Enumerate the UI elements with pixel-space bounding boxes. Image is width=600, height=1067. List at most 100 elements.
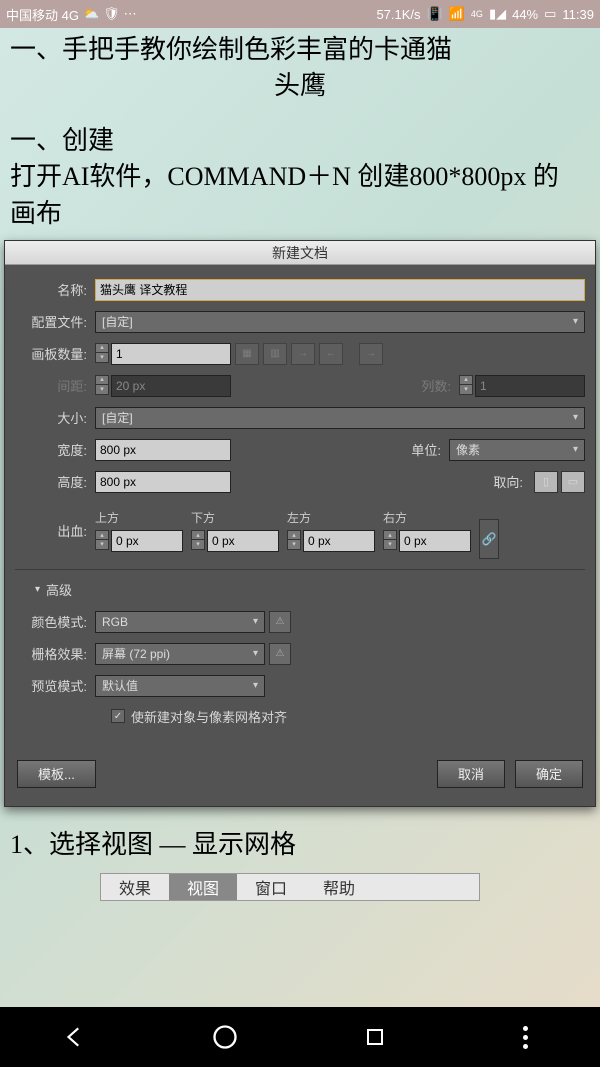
menu-view[interactable]: 视图 <box>169 874 237 900</box>
advanced-toggle[interactable]: 高级 <box>35 580 585 599</box>
stepper-down-icon: ▾ <box>459 385 473 395</box>
align-pixel-grid-label: 使新建对象与像素网格对齐 <box>131 707 287 726</box>
bleed-left-input[interactable]: 0 px <box>303 530 375 552</box>
stepper-up-icon[interactable]: ▴ <box>191 530 205 540</box>
arrange-extra-icon: → <box>359 343 383 365</box>
more-icon: ⋯ <box>124 6 137 22</box>
bleed-top-stepper[interactable]: ▴▾ 0 px <box>95 530 183 552</box>
carrier-label: 中国移动 4G <box>6 5 79 24</box>
profile-select[interactable]: [自定] <box>95 311 585 333</box>
nav-back-button[interactable] <box>57 1019 93 1055</box>
raster-label: 栅格效果: <box>15 644 95 663</box>
wifi-icon: 📶 <box>449 6 465 22</box>
article-content: 一、手把手教你绘制色彩丰富的卡通猫 头鹰 一、创建 打开AI软件，COMMAND… <box>0 28 600 236</box>
color-mode-select[interactable]: RGB <box>95 611 265 633</box>
article-step1: 1、选择视图 — 显示网格 <box>10 827 590 863</box>
bleed-top-input[interactable]: 0 px <box>111 530 183 552</box>
height-label: 高度: <box>15 472 95 491</box>
cancel-button[interactable]: 取消 <box>437 760 505 788</box>
raster-select[interactable]: 屏幕 (72 ppi) <box>95 643 265 665</box>
bleed-right-stepper[interactable]: ▴▾ 0 px <box>383 530 471 552</box>
unit-select[interactable]: 像素 <box>449 439 585 461</box>
menu-window[interactable]: 窗口 <box>237 874 305 900</box>
bleed-right-input[interactable]: 0 px <box>399 530 471 552</box>
columns-label: 列数: <box>409 376 459 395</box>
name-label: 名称: <box>15 280 95 299</box>
weather-icon: ⛅ <box>83 6 99 22</box>
battery-pct: 44% <box>512 7 538 22</box>
orientation-label: 取向: <box>481 472 531 491</box>
size-select[interactable]: [自定] <box>95 407 585 429</box>
new-document-dialog: 新建文档 名称: 猫头鹰 译文教程 配置文件: [自定] 画板数量: ▴▾ 1 … <box>4 240 596 807</box>
bleed-label: 出血: <box>15 521 95 540</box>
width-label: 宽度: <box>15 440 95 459</box>
grid-row-icon: ▦ <box>235 343 259 365</box>
dialog-title: 新建文档 <box>5 241 595 265</box>
bleed-left-stepper[interactable]: ▴▾ 0 px <box>287 530 375 552</box>
article-title-line2: 头鹰 <box>10 68 590 104</box>
signal-icon: ▮◢ <box>489 6 506 22</box>
bleed-right-label: 右方 <box>383 509 471 526</box>
stepper-up-icon[interactable]: ▴ <box>95 530 109 540</box>
raster-warning-icon: ⚠ <box>269 643 291 665</box>
net-speed: 57.1K/s <box>376 7 420 22</box>
color-mode-warning-icon: ⚠ <box>269 611 291 633</box>
stepper-down-icon: ▾ <box>95 385 109 395</box>
status-bar: 中国移动 4G ⛅ 🛡 ⋯ 57.1K/s 📳 📶 4G ▮◢ 44% ▭ 11… <box>0 0 600 28</box>
stepper-down-icon[interactable]: ▾ <box>383 540 397 550</box>
preview-label: 预览模式: <box>15 676 95 695</box>
spacing-stepper: ▴▾ 20 px <box>95 375 231 397</box>
article-body-line2: 画布 <box>10 196 590 232</box>
stepper-down-icon[interactable]: ▾ <box>95 540 109 550</box>
template-button[interactable]: 模板... <box>17 760 96 788</box>
bleed-bottom-stepper[interactable]: ▴▾ 0 px <box>191 530 279 552</box>
shield-icon: 🛡 <box>103 6 120 22</box>
width-input[interactable]: 800 px <box>95 439 231 461</box>
android-navbar <box>0 1007 600 1067</box>
columns-input: 1 <box>475 375 585 397</box>
stepper-up-icon[interactable]: ▴ <box>287 530 301 540</box>
bleed-link-button[interactable]: 🔗 <box>479 519 499 559</box>
artboards-label: 画板数量: <box>15 344 95 363</box>
columns-stepper: ▴▾ 1 <box>459 375 585 397</box>
article-title-line1: 一、手把手教你绘制色彩丰富的卡通猫 <box>10 32 590 68</box>
align-pixel-grid-checkbox[interactable]: ✓ <box>111 709 125 723</box>
orientation-landscape-button[interactable]: ▭ <box>561 471 585 493</box>
divider <box>15 569 585 570</box>
nav-recent-button[interactable] <box>357 1019 393 1055</box>
stepper-up-icon: ▴ <box>459 375 473 385</box>
article-body-line1: 打开AI软件，COMMAND＋N 创建800*800px 的 <box>10 159 590 195</box>
stepper-down-icon[interactable]: ▾ <box>95 353 109 363</box>
stepper-up-icon: ▴ <box>95 375 109 385</box>
menu-effect[interactable]: 效果 <box>101 874 169 900</box>
menu-help[interactable]: 帮助 <box>305 874 373 900</box>
artboards-input[interactable]: 1 <box>111 343 231 365</box>
bleed-left-label: 左方 <box>287 509 375 526</box>
color-mode-label: 颜色模式: <box>15 612 95 631</box>
name-input[interactable]: 猫头鹰 译文教程 <box>95 279 585 301</box>
battery-icon: ▭ <box>544 6 556 22</box>
clock: 11:39 <box>562 7 594 22</box>
article-section-heading: 一、创建 <box>10 123 590 159</box>
orientation-portrait-button[interactable]: ▯ <box>534 471 558 493</box>
stepper-down-icon[interactable]: ▾ <box>191 540 205 550</box>
arrange-ltr-icon: → <box>291 343 315 365</box>
grid-col-icon: ▥ <box>263 343 287 365</box>
ok-button[interactable]: 确定 <box>515 760 583 788</box>
nav-home-button[interactable] <box>207 1019 243 1055</box>
bleed-bottom-input[interactable]: 0 px <box>207 530 279 552</box>
spacing-label: 间距: <box>15 376 95 395</box>
vibrate-icon: 📳 <box>427 6 443 22</box>
bleed-bottom-label: 下方 <box>191 509 279 526</box>
bleed-top-label: 上方 <box>95 509 183 526</box>
arrange-rtl-icon: ← <box>319 343 343 365</box>
preview-select[interactable]: 默认值 <box>95 675 265 697</box>
stepper-down-icon[interactable]: ▾ <box>287 540 301 550</box>
stepper-up-icon[interactable]: ▴ <box>95 343 109 353</box>
artboards-stepper[interactable]: ▴▾ 1 <box>95 343 231 365</box>
nav-menu-button[interactable] <box>507 1019 543 1055</box>
size-label: 大小: <box>15 408 95 427</box>
stepper-up-icon[interactable]: ▴ <box>383 530 397 540</box>
app-menubar: 效果 视图 窗口 帮助 <box>100 873 480 901</box>
height-input[interactable]: 800 px <box>95 471 231 493</box>
